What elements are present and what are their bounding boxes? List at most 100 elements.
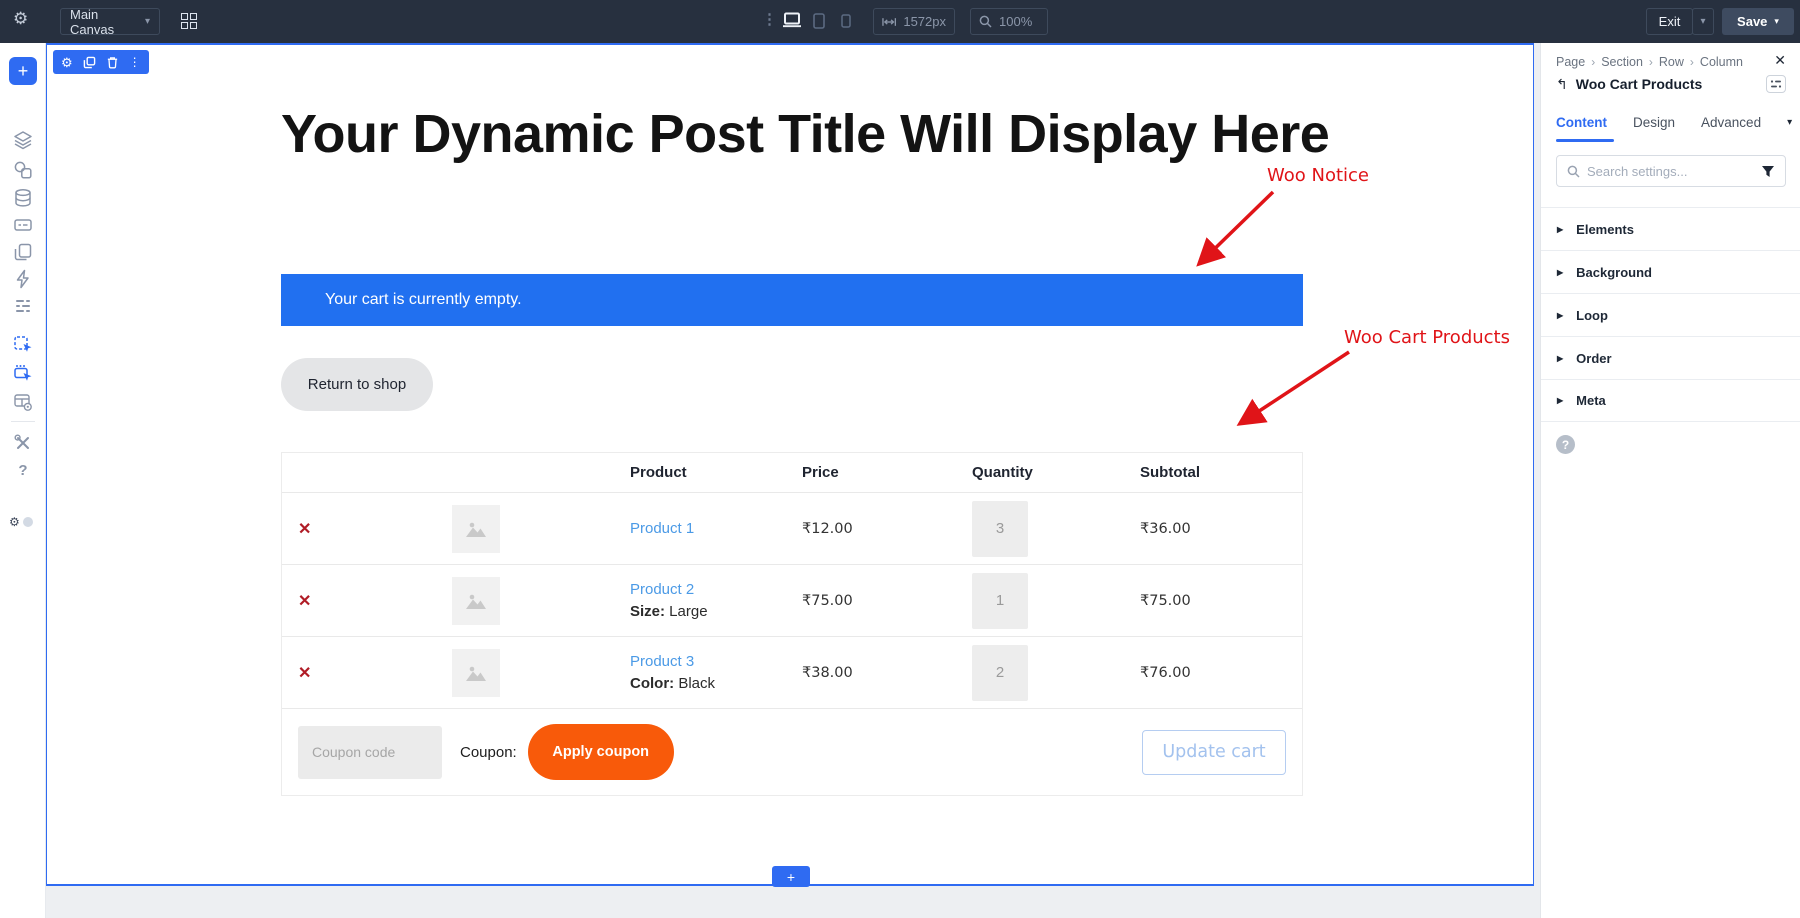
tab-design[interactable]: Design [1633, 115, 1675, 130]
trash-icon[interactable] [106, 56, 119, 69]
caret-right-icon: ▶ [1557, 311, 1563, 320]
database-icon[interactable] [13, 188, 33, 208]
breadcrumb-section[interactable]: Section [1601, 55, 1643, 69]
exit-dropdown-button[interactable]: ▾ [1692, 8, 1714, 35]
editor-canvas: ⚙ ⋮ Your Dynamic Post Title Will Display… [46, 43, 1534, 886]
table-settings-icon[interactable] [13, 392, 33, 412]
product-thumbnail[interactable] [452, 649, 500, 697]
remove-item-icon[interactable]: ✕ [298, 665, 311, 682]
add-element-button[interactable]: + [9, 57, 37, 85]
element-more-icon[interactable]: ⋮ [129, 56, 141, 68]
quantity-input[interactable]: 1 [972, 573, 1028, 629]
annotation-woo-notice: Woo Notice [1267, 165, 1369, 186]
section-background[interactable]: ▶ Background [1541, 250, 1800, 293]
filter-funnel-icon[interactable] [1761, 165, 1775, 178]
desktop-view-icon[interactable] [782, 12, 802, 28]
update-cart-button[interactable]: Update cart [1142, 730, 1286, 775]
search-settings-input[interactable] [1587, 164, 1754, 179]
product-link[interactable]: Product 2 [630, 581, 786, 598]
cart-actions-row: Coupon: Apply coupon Update cart [282, 709, 1302, 795]
add-section-button[interactable]: + [772, 866, 810, 887]
sidebar-divider [11, 421, 35, 422]
exit-button[interactable]: Exit [1646, 8, 1693, 35]
phone-view-icon[interactable] [841, 14, 851, 28]
chevron-down-icon[interactable]: ▾ [1787, 117, 1792, 128]
cart-row: ✕ Product 1 ₹12.00 3 ₹36.00 [282, 493, 1302, 565]
breadcrumb-column[interactable]: Column [1700, 55, 1743, 69]
mode-dot-light-icon[interactable] [23, 517, 33, 527]
layers-icon[interactable] [13, 130, 33, 150]
section-elements[interactable]: ▶ Elements [1541, 207, 1800, 250]
image-placeholder-icon [463, 588, 489, 614]
section-meta[interactable]: ▶ Meta [1541, 379, 1800, 422]
search-settings-box [1556, 155, 1786, 187]
caret-right-icon: ▶ [1557, 268, 1563, 277]
product-subtotal: ₹75.00 [1124, 593, 1304, 609]
save-button[interactable]: Save ▾ [1722, 8, 1794, 35]
section-order[interactable]: ▶ Order [1541, 336, 1800, 379]
canvas-width-control[interactable]: 1572px [873, 8, 955, 35]
canvas-selector-label: Main Canvas [70, 7, 145, 37]
breadcrumb-separator: › [1690, 55, 1694, 69]
canvas-selector-dropdown[interactable]: Main Canvas ▾ [60, 8, 160, 35]
close-panel-icon[interactable]: ✕ [1774, 52, 1786, 69]
help-icon[interactable]: ? [13, 460, 33, 480]
coupon-code-input[interactable] [298, 726, 442, 779]
zoom-control[interactable]: 100% [970, 8, 1048, 35]
cart-row: ✕ Product 3 Color: Black ₹38.00 2 ₹76.00 [282, 637, 1302, 709]
product-link[interactable]: Product 3 [630, 653, 786, 670]
builder-left-sidebar: + ? ⚙ [0, 43, 46, 918]
tab-advanced[interactable]: Advanced [1701, 115, 1761, 130]
presets-icon[interactable] [1766, 75, 1786, 93]
product-link[interactable]: Product 1 [630, 520, 786, 537]
settings-gear-icon[interactable]: ⚙ [13, 10, 28, 27]
design-library-icon[interactable] [13, 160, 33, 180]
magnifier-icon [979, 15, 992, 28]
structure-select-mode-icon[interactable] [13, 363, 33, 383]
mode-dot-dark-icon[interactable]: ⚙ [9, 516, 20, 528]
col-header-price: Price [786, 464, 956, 481]
col-header-quantity: Quantity [956, 464, 1124, 481]
active-tab-underline [1556, 139, 1614, 142]
product-price: ₹75.00 [786, 593, 956, 609]
product-thumbnail[interactable] [452, 577, 500, 625]
quantity-input[interactable]: 3 [972, 501, 1028, 557]
dashboard-grid-icon[interactable] [181, 13, 197, 29]
remove-item-icon[interactable]: ✕ [298, 521, 311, 538]
lightning-icon[interactable] [13, 269, 33, 289]
woo-notice-banner[interactable]: Your cart is currently empty. [281, 274, 1303, 326]
settings-sections: ▶ Elements ▶ Background ▶ Loop ▶ Order ▶… [1541, 207, 1800, 422]
remove-item-icon[interactable]: ✕ [298, 593, 311, 610]
chevron-down-icon: ▾ [145, 16, 150, 27]
element-settings-gear-icon[interactable]: ⚙ [61, 56, 73, 69]
tablet-view-icon[interactable] [813, 13, 825, 29]
element-select-mode-icon[interactable] [13, 335, 33, 355]
tools-icon[interactable] [13, 433, 33, 453]
more-options-icon[interactable]: ⋮ [762, 12, 777, 27]
woo-notice-text: Your cart is currently empty. [325, 291, 522, 309]
coupon-label: Coupon: [460, 744, 517, 761]
width-arrows-icon [882, 17, 896, 27]
breadcrumb-separator: › [1591, 55, 1595, 69]
breadcrumb-page[interactable]: Page [1556, 55, 1585, 69]
global-settings-list-icon[interactable] [13, 296, 33, 316]
breadcrumb-row[interactable]: Row [1659, 55, 1684, 69]
image-placeholder-icon [463, 660, 489, 686]
woo-cart-products-table[interactable]: Product Price Quantity Subtotal ✕ Produc… [281, 452, 1303, 796]
duplicate-icon[interactable] [83, 56, 96, 69]
element-toolbar: ⚙ ⋮ [53, 50, 149, 74]
section-loop[interactable]: ▶ Loop [1541, 293, 1800, 336]
form-field-icon[interactable] [13, 215, 33, 235]
settings-panel: Page › Section › Row › Column ✕ ↰ Woo Ca… [1540, 43, 1800, 918]
back-arrow-icon[interactable]: ↰ [1556, 76, 1568, 93]
quantity-input[interactable]: 2 [972, 645, 1028, 701]
return-to-shop-button[interactable]: Return to shop [281, 358, 433, 411]
search-icon [1567, 165, 1580, 178]
dynamic-post-title[interactable]: Your Dynamic Post Title Will Display Her… [281, 97, 1366, 172]
product-thumbnail[interactable] [452, 505, 500, 553]
product-subtotal: ₹76.00 [1124, 665, 1304, 681]
pages-copy-icon[interactable] [13, 242, 33, 262]
panel-help-icon[interactable]: ? [1556, 435, 1575, 454]
apply-coupon-button[interactable]: Apply coupon [528, 724, 674, 780]
tab-content[interactable]: Content [1556, 115, 1607, 130]
